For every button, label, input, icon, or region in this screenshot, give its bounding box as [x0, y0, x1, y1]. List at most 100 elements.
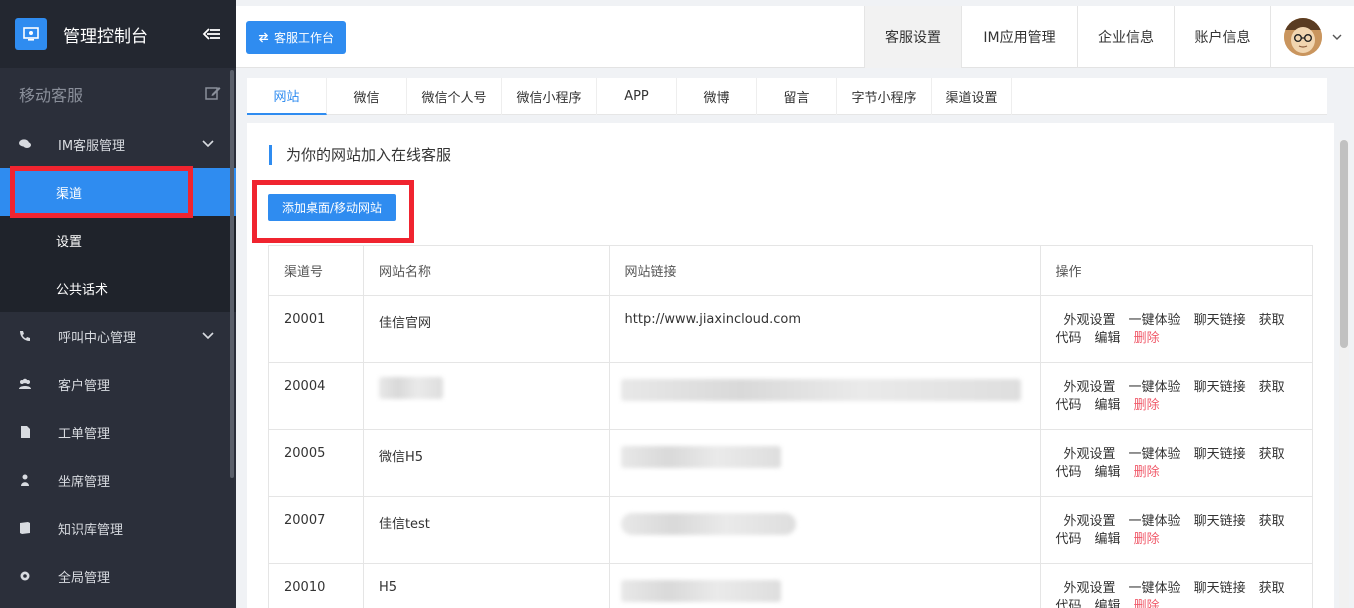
table-row: 20005 微信H5 外观设置 一键体验 聊天链接 获取 代码 编辑 删除	[268, 429, 1314, 497]
chat-icon	[18, 137, 32, 151]
brand-bar: 管理控制台	[0, 0, 236, 68]
tab-wechat[interactable]: 微信	[327, 78, 407, 115]
sidebar-subitem-label: 设置	[56, 234, 83, 250]
delete-link[interactable]: 删除	[1134, 599, 1160, 608]
chat-link[interactable]: 聊天链接	[1194, 514, 1246, 529]
get-code-link[interactable]: 获取	[1259, 447, 1285, 462]
tab-label: 网站	[273, 90, 300, 105]
tab-weibo[interactable]: 微博	[677, 78, 757, 115]
avatar	[1283, 18, 1322, 56]
delete-link[interactable]: 删除	[1134, 465, 1160, 480]
chat-link[interactable]: 聊天链接	[1194, 380, 1246, 395]
redacted-name	[378, 377, 443, 399]
cell-site-url	[608, 362, 1041, 430]
cell-site-name: H5	[362, 563, 610, 608]
main-scrollbar[interactable]	[1339, 140, 1349, 608]
top-menu-label: 客服设置	[885, 30, 941, 46]
tab-bytedance-miniprogram[interactable]: 字节小程序	[837, 78, 932, 115]
get-code-link-cont[interactable]: 代码	[1056, 465, 1082, 480]
tab-app[interactable]: APP	[597, 78, 677, 115]
appearance-link[interactable]: 外观设置	[1064, 447, 1116, 462]
edit-link[interactable]: 编辑	[1095, 331, 1121, 346]
delete-link[interactable]: 删除	[1134, 398, 1160, 413]
cell-site-name: 佳信官网	[362, 295, 610, 363]
table-header-row: 渠道号 网站名称 网站链接 操作	[268, 245, 1314, 296]
delete-link[interactable]: 删除	[1134, 532, 1160, 547]
appearance-link[interactable]: 外观设置	[1064, 514, 1116, 529]
get-code-link[interactable]: 获取	[1259, 514, 1285, 529]
appearance-link[interactable]: 外观设置	[1064, 380, 1116, 395]
content-panel: 为你的网站加入在线客服 添加桌面/移动网站 渠道号 网站名称 网站链接 操作 2…	[247, 123, 1334, 608]
edit-link[interactable]: 编辑	[1095, 599, 1121, 608]
sidebar-item-tickets[interactable]: 工单管理	[0, 408, 236, 456]
top-menu-service-settings[interactable]: 客服设置	[864, 6, 961, 68]
get-code-link-cont[interactable]: 代码	[1056, 599, 1082, 608]
sidebar-item-knowledge-base[interactable]: 知识库管理	[0, 504, 236, 552]
col-header-actions: 操作	[1039, 245, 1314, 296]
sidebar: 管理控制台 移动客服 IM客服管理 渠道 设置 公共话术 呼叫中心管理 客户管理…	[0, 0, 236, 608]
tab-wechat-personal[interactable]: 微信个人号	[407, 78, 502, 115]
chevron-down-icon	[202, 332, 214, 340]
sidebar-item-agents[interactable]: 坐席管理	[0, 456, 236, 504]
redacted-url	[620, 379, 1021, 401]
cell-actions: 外观设置 一键体验 聊天链接 获取代码 编辑 删除	[1039, 563, 1314, 608]
chat-link[interactable]: 聊天链接	[1194, 313, 1246, 328]
try-link[interactable]: 一键体验	[1129, 447, 1181, 462]
appearance-link[interactable]: 外观设置	[1064, 313, 1116, 328]
user-menu[interactable]	[1270, 6, 1354, 68]
edit-icon[interactable]	[204, 84, 222, 102]
tab-label: 微信个人号	[421, 91, 487, 106]
tab-wechat-miniprogram[interactable]: 微信小程序	[502, 78, 597, 115]
get-code-link[interactable]: 获取	[1259, 380, 1285, 395]
tab-message[interactable]: 留言	[757, 78, 837, 115]
get-code-link-cont[interactable]: 代码	[1056, 331, 1082, 346]
try-link[interactable]: 一键体验	[1129, 313, 1181, 328]
get-code-link[interactable]: 获取	[1259, 313, 1285, 328]
sidebar-subitem-label: 公共话术	[56, 282, 109, 298]
sidebar-item-label: 呼叫中心管理	[58, 330, 137, 346]
edit-link[interactable]: 编辑	[1095, 532, 1121, 547]
sidebar-subitem-channel[interactable]: 渠道	[0, 168, 236, 216]
sidebar-item-label: 知识库管理	[58, 522, 124, 538]
cell-actions: 外观设置 一键体验 聊天链接 获取代码 编辑 删除	[1039, 295, 1314, 363]
phone-icon	[18, 329, 32, 343]
edit-link[interactable]: 编辑	[1095, 465, 1121, 480]
sidebar-item-im-service[interactable]: IM客服管理	[0, 120, 236, 168]
collapse-sidebar-icon[interactable]	[202, 24, 222, 44]
sidebar-item-global[interactable]: 全局管理	[0, 552, 236, 600]
sidebar-subitem-public-phrases[interactable]: 公共话术	[0, 264, 236, 312]
cell-channel-id: 20010	[268, 563, 364, 608]
get-code-link-cont[interactable]: 代码	[1056, 398, 1082, 413]
cell-site-url	[608, 429, 1041, 497]
workspace-button[interactable]: 客服工作台	[246, 21, 346, 54]
sidebar-subitem-settings[interactable]: 设置	[0, 216, 236, 264]
brand-title: 管理控制台	[63, 26, 148, 47]
sidebar-scrollbar[interactable]	[230, 70, 234, 478]
tab-label: 渠道设置	[945, 91, 998, 106]
delete-link[interactable]: 删除	[1134, 331, 1160, 346]
chat-link[interactable]: 聊天链接	[1194, 581, 1246, 596]
sidebar-item-customers[interactable]: 客户管理	[0, 360, 236, 408]
channel-table: 渠道号 网站名称 网站链接 操作 20001 佳信官网 http://www.j…	[268, 245, 1314, 608]
cell-channel-id: 20005	[268, 429, 364, 497]
get-code-link-cont[interactable]: 代码	[1056, 532, 1082, 547]
chat-link[interactable]: 聊天链接	[1194, 447, 1246, 462]
add-website-button[interactable]: 添加桌面/移动网站	[268, 194, 396, 221]
swap-icon	[258, 32, 269, 43]
try-link[interactable]: 一键体验	[1129, 380, 1181, 395]
tab-website[interactable]: 网站	[247, 78, 327, 115]
appearance-link[interactable]: 外观设置	[1064, 581, 1116, 596]
tab-channel-settings[interactable]: 渠道设置	[932, 78, 1012, 115]
sidebar-item-call-center[interactable]: 呼叫中心管理	[0, 312, 236, 360]
try-link[interactable]: 一键体验	[1129, 581, 1181, 596]
top-menu-company-info[interactable]: 企业信息	[1077, 6, 1174, 68]
panel-title: 为你的网站加入在线客服	[269, 145, 451, 165]
top-menu-account-info[interactable]: 账户信息	[1174, 6, 1270, 68]
chevron-down-icon	[1332, 34, 1341, 40]
scrollbar-thumb[interactable]	[1340, 140, 1348, 348]
try-link[interactable]: 一键体验	[1129, 514, 1181, 529]
top-menu-im-apps[interactable]: IM应用管理	[961, 6, 1077, 68]
edit-link[interactable]: 编辑	[1095, 398, 1121, 413]
document-icon	[18, 425, 32, 439]
get-code-link[interactable]: 获取	[1259, 581, 1285, 596]
